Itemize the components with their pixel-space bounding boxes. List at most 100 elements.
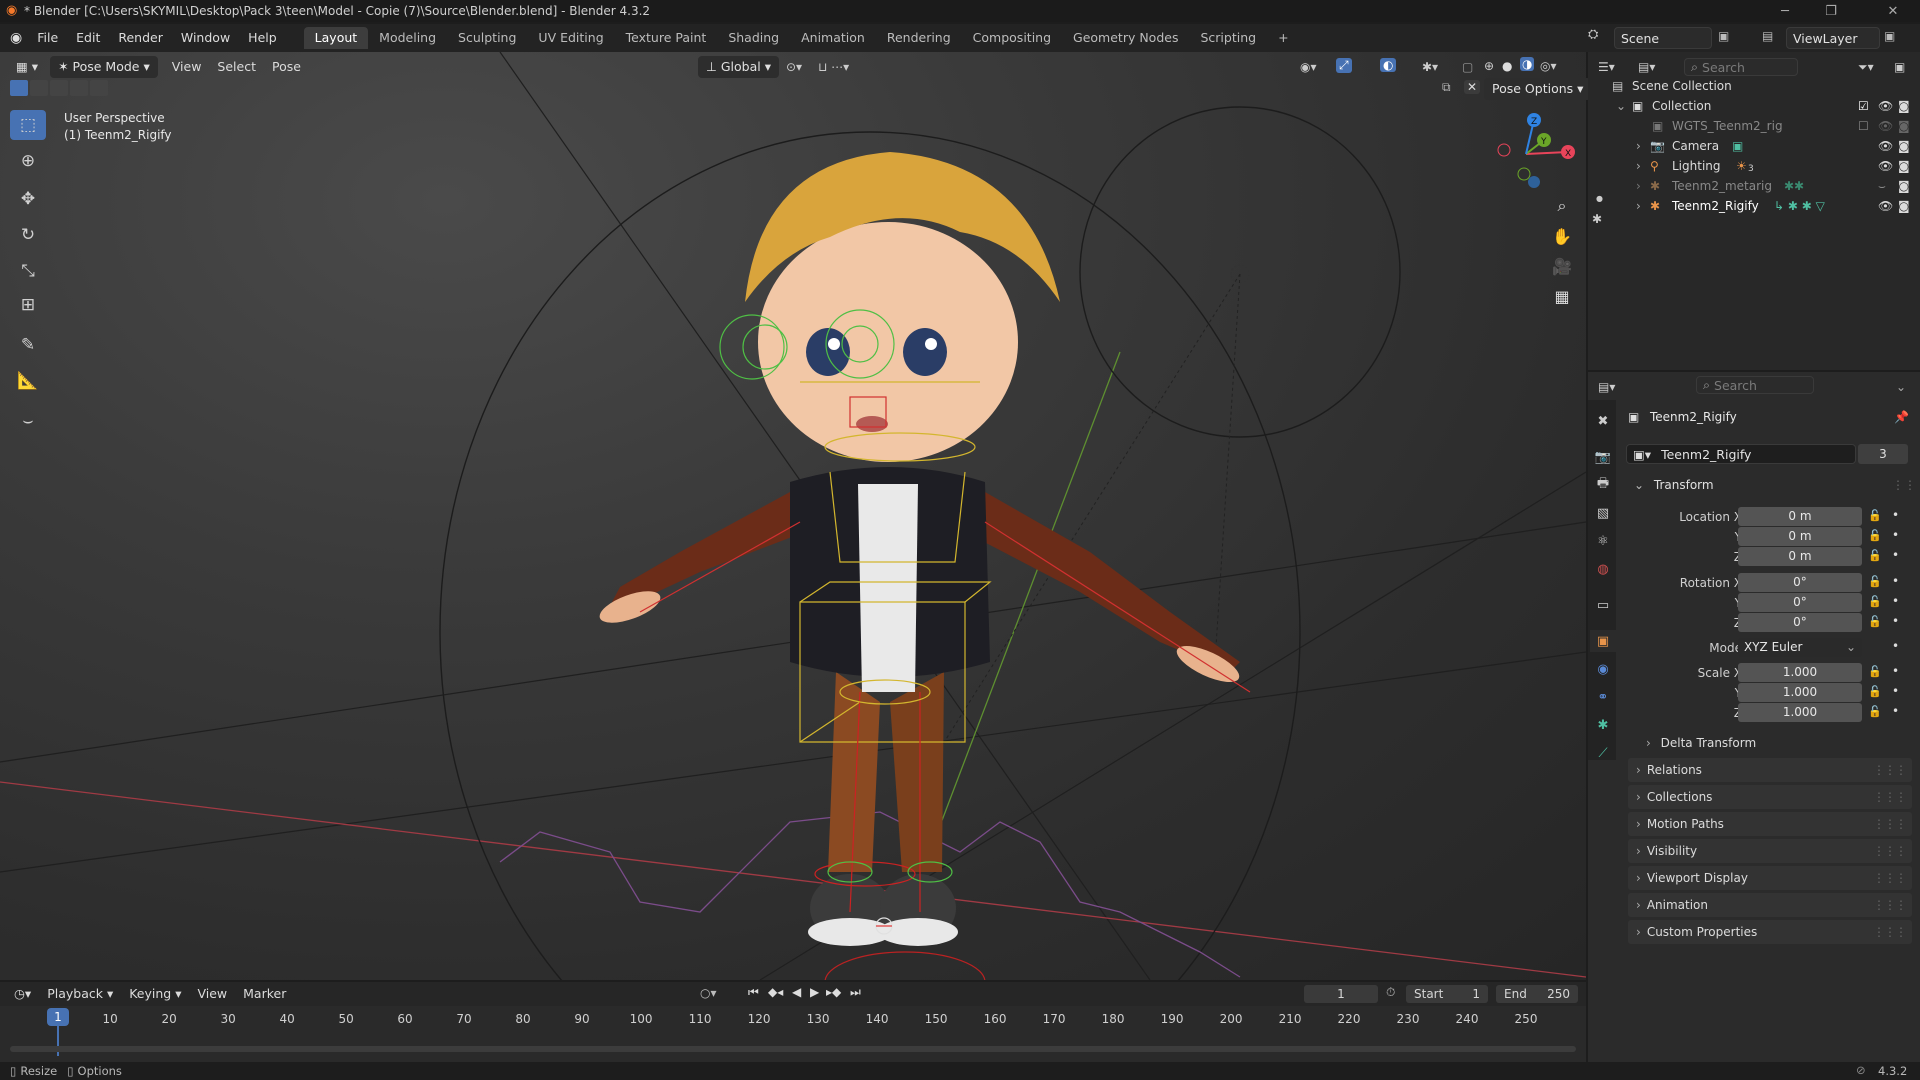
delta-transform-subpanel[interactable]: › Delta Transform [1646, 736, 1756, 750]
select-extend-icon[interactable] [30, 80, 48, 96]
tab-compositing[interactable]: Compositing [962, 27, 1062, 49]
camera-view-icon[interactable]: 🎥 [1548, 252, 1576, 280]
keyframe-dot-icon[interactable]: • [1892, 528, 1899, 542]
properties-editor-icon[interactable]: ▤▾ [1598, 380, 1615, 394]
prev-keyframe-icon[interactable]: ◆◂ [768, 985, 783, 999]
lock-icon[interactable]: 🔓 [1868, 595, 1882, 608]
keyframe-dot-icon[interactable]: • [1892, 508, 1899, 522]
filter-icon[interactable]: ⏷▾ [1858, 60, 1874, 75]
expand-arrow-icon[interactable]: › [1636, 199, 1641, 213]
view-layer-icon[interactable]: ▤ [1762, 29, 1773, 43]
move-tool[interactable]: ✥ [10, 184, 46, 214]
scale-x-field[interactable]: 1.000 [1738, 663, 1862, 682]
rotation-mode-dropdown[interactable]: XYZ Euler ⌄ [1738, 638, 1862, 657]
eye-icon[interactable]: 👁 [1878, 159, 1893, 173]
pan-hand-icon[interactable]: ✋ [1548, 222, 1576, 250]
scene-icon[interactable]: ⛭ [1588, 27, 1598, 42]
panel-grip-icon[interactable]: ⋮⋮⋮ [1873, 866, 1907, 890]
collection-tab-icon[interactable]: ▭ [1590, 594, 1616, 616]
tab-modeling[interactable]: Modeling [368, 27, 447, 49]
outliner-item-wgts[interactable]: ▣ WGTS_Teenm2_rig ☐ 👁 ◙ [1588, 116, 1920, 136]
snap-icon[interactable]: ⊔ ⋯▾ [818, 60, 849, 74]
view-layer-selector[interactable]: ViewLayer [1786, 27, 1880, 49]
outliner-item-rigify[interactable]: › ✱ Teenm2_Rigify ↳ ✱ ✱ ▽ 👁 ◙ [1588, 196, 1920, 216]
tab-layout[interactable]: Layout [303, 27, 369, 49]
panel-grip-icon[interactable]: ⋮⋮⋮ [1873, 785, 1907, 809]
tab-texture-paint[interactable]: Texture Paint [615, 27, 718, 49]
outliner-search-input[interactable]: ⌕ Search [1684, 58, 1798, 76]
mirror-icon[interactable]: ⧉ [1442, 80, 1451, 95]
menu-edit[interactable]: Edit [67, 27, 109, 49]
menu-pose[interactable]: Pose [264, 56, 309, 78]
keyframe-dot-icon[interactable]: • [1892, 684, 1899, 698]
menu-select[interactable]: Select [209, 56, 264, 78]
play-reverse-icon[interactable]: ◀ [792, 985, 801, 999]
lock-icon[interactable]: 🔓 [1868, 549, 1882, 562]
panel-grip-icon[interactable]: ⋮⋮ [1892, 478, 1916, 492]
eye-icon[interactable]: 👁 [1878, 139, 1893, 153]
play-icon[interactable]: ▶ [810, 985, 819, 999]
outliner-item-collection[interactable]: ⌄ ▣ Collection ☑ 👁 ◙ [1588, 96, 1920, 116]
transform-panel-header[interactable]: ⌄ Transform [1634, 478, 1714, 492]
lock-icon[interactable]: 🔓 [1868, 615, 1882, 628]
bone-display-icon[interactable]: ✱▾ [1422, 60, 1438, 74]
scene-selector[interactable]: Scene [1614, 27, 1712, 49]
tab-animation[interactable]: Animation [790, 27, 876, 49]
cursor-tool[interactable]: ⊕ [10, 146, 46, 176]
display-mode-icon[interactable]: ▤▾ [1638, 60, 1655, 74]
eye-icon[interactable]: 👁 [1878, 199, 1893, 213]
panel-visibility[interactable]: › Visibility ⋮⋮⋮ [1628, 839, 1912, 863]
menu-playback[interactable]: Playback ▾ [39, 983, 121, 1005]
render-camera-icon[interactable]: ◙ [1898, 119, 1910, 133]
maximize-button[interactable]: ❐ [1808, 0, 1854, 22]
new-view-layer-icon[interactable]: ▣ [1884, 29, 1895, 43]
render-tab-icon[interactable]: 📷 [1590, 446, 1616, 468]
new-collection-icon[interactable]: ▣ [1894, 60, 1905, 74]
rotation-z-field[interactable]: 0° [1738, 613, 1862, 632]
include-checkbox[interactable]: ☐ [1858, 119, 1869, 133]
close-button[interactable]: ✕ [1870, 0, 1916, 22]
annotate-tool[interactable]: ✎ [10, 330, 46, 360]
pivot-icon[interactable]: ⊙▾ [786, 60, 802, 74]
lock-icon[interactable]: 🔓 [1868, 509, 1882, 522]
render-camera-icon[interactable]: ◙ [1898, 99, 1910, 113]
select-subtract-icon[interactable] [50, 80, 68, 96]
scene-tab-icon[interactable]: ⚛ [1590, 530, 1616, 552]
location-z-field[interactable]: 0 m [1738, 547, 1862, 566]
render-camera-icon[interactable]: ◙ [1898, 179, 1910, 193]
tab-geometry-nodes[interactable]: Geometry Nodes [1062, 27, 1189, 49]
outliner-scene-collection[interactable]: ▤ Scene Collection [1588, 76, 1920, 96]
lock-icon[interactable]: 🔓 [1868, 685, 1882, 698]
ortho-grid-icon[interactable]: ▦ [1548, 282, 1576, 310]
object-datablock-selector[interactable]: ▣▾ Teenm2_Rigify [1626, 444, 1856, 464]
auto-keying-icon[interactable]: ○▾ [700, 986, 717, 1000]
user-count-badge[interactable]: 3 [1858, 444, 1908, 464]
menu-keying[interactable]: Keying ▾ [121, 983, 189, 1005]
panel-animation[interactable]: › Animation ⋮⋮⋮ [1628, 893, 1912, 917]
editor-type-icon[interactable]: ▦ ▾ [8, 56, 46, 78]
keyframe-dot-icon[interactable]: • [1892, 594, 1899, 608]
armature-data-tab-icon[interactable]: ✱ [1590, 714, 1616, 736]
mode-selector[interactable]: ✶ Pose Mode ▾ [50, 56, 158, 78]
panel-grip-icon[interactable]: ⋮⋮⋮ [1873, 812, 1907, 836]
properties-options-chevron-icon[interactable]: ⌄ [1896, 380, 1906, 394]
gizmo-neg-x[interactable] [1497, 143, 1511, 157]
end-frame-field[interactable]: End 250 [1496, 985, 1578, 1003]
jump-end-icon[interactable]: ⏭ [850, 985, 861, 1000]
bone-envelope-tool[interactable]: ⌣ [10, 406, 46, 436]
eye-hidden-icon[interactable]: ⌣ [1878, 179, 1886, 194]
tab-shading[interactable]: Shading [717, 27, 790, 49]
bone-tab-icon[interactable]: ⟋ [1590, 742, 1616, 764]
lock-icon[interactable]: 🔓 [1868, 705, 1882, 718]
panel-relations[interactable]: › Relations ⋮⋮⋮ [1628, 758, 1912, 782]
3d-viewport[interactable] [0, 52, 1586, 980]
rotate-tool[interactable]: ↻ [10, 220, 46, 250]
panel-grip-icon[interactable]: ⋮⋮⋮ [1873, 893, 1907, 917]
transform-orientation-selector[interactable]: ⊥ Global ▾ [698, 56, 779, 78]
playhead[interactable]: 1 [47, 1008, 69, 1026]
expand-arrow-icon[interactable]: › [1636, 179, 1641, 193]
keyframe-dot-icon[interactable]: • [1892, 639, 1899, 653]
location-x-field[interactable]: 0 m [1738, 507, 1862, 526]
pose-options-dropdown[interactable]: Pose Options ▾ [1484, 78, 1592, 100]
minimize-button[interactable]: ─ [1762, 0, 1808, 22]
